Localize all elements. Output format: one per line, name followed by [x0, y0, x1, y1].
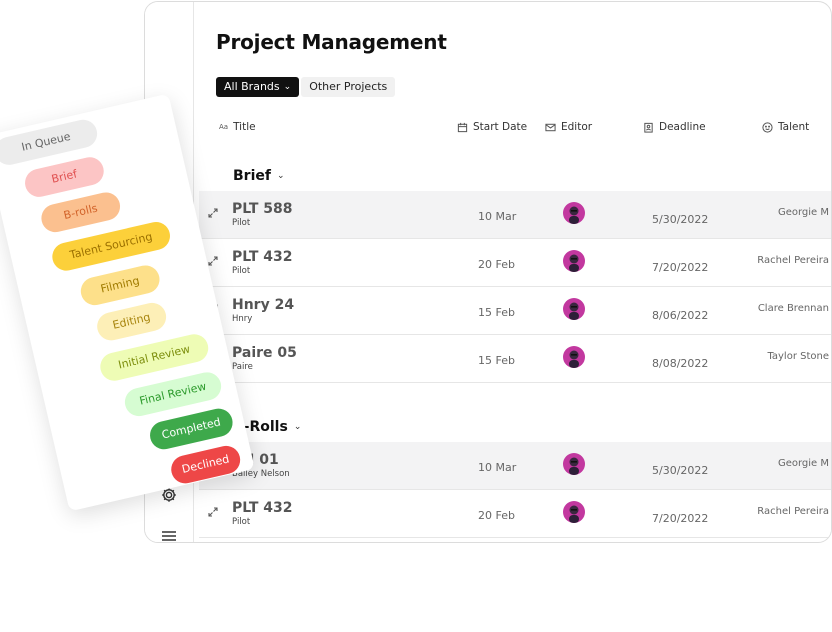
table-row[interactable]: Hnry 24 Hnry 15 Feb 8/06/2022 Clare Bren…: [199, 287, 831, 335]
row-title: Hnry 24: [232, 297, 295, 313]
row-deadline: 8/08/2022: [652, 357, 709, 370]
row-title: PLT 432: [232, 500, 293, 516]
expand-icon[interactable]: [208, 507, 218, 517]
row-start-date: 20 Feb: [478, 258, 515, 271]
filter-label: Other Projects: [309, 80, 388, 93]
row-start-date: 15 Feb: [478, 306, 515, 319]
text-type-icon: Aa: [219, 123, 229, 131]
group-name: Brief: [233, 168, 271, 184]
avatar[interactable]: [563, 453, 585, 475]
row-talent: Taylor Stone: [767, 351, 829, 362]
calendar-icon: [457, 122, 468, 132]
status-pill-editing[interactable]: Editing: [94, 300, 169, 344]
row-title: PLT 432: [232, 249, 293, 265]
row-talent: Georgie M: [777, 458, 829, 469]
row-brand: Pilot: [232, 517, 251, 527]
row-start-date: 20 Feb: [478, 509, 515, 522]
row-brand: Paire: [232, 362, 253, 372]
chevron-down-icon: ⌄: [293, 422, 302, 432]
table-row[interactable]: PLT 432 Pilot 20 Feb 7/20/2022 Rachel Pe…: [199, 490, 831, 538]
status-pill-filming[interactable]: Filming: [78, 262, 163, 308]
avatar[interactable]: [563, 298, 585, 320]
mail-icon: [545, 123, 556, 131]
row-deadline: 5/30/2022: [652, 213, 709, 226]
expand-icon[interactable]: [208, 256, 218, 266]
expand-icon[interactable]: [208, 208, 218, 218]
row-title: Paire 05: [232, 345, 297, 361]
column-label: Title: [233, 121, 256, 133]
row-start-date: 15 Feb: [478, 354, 515, 367]
table-row[interactable]: Paire 05 Paire 15 Feb 8/08/2022 Taylor S…: [199, 335, 831, 383]
column-label: Deadline: [659, 121, 706, 133]
avatar[interactable]: [563, 250, 585, 272]
row-talent: Rachel Pereira: [757, 506, 829, 517]
badge-icon: [644, 122, 653, 133]
row-talent: Rachel Pereira: [757, 255, 829, 266]
row-brand: Hnry: [232, 314, 253, 324]
row-start-date: 10 Mar: [478, 461, 517, 474]
row-brand: Pilot: [232, 266, 251, 276]
column-label: Start Date: [473, 121, 528, 133]
smile-icon: [762, 121, 773, 133]
avatar[interactable]: [563, 346, 585, 368]
row-talent: Georgie M: [777, 207, 829, 218]
chevron-down-icon: ⌄: [276, 171, 285, 181]
column-label: Editor: [561, 121, 593, 133]
filter-label: All Brands: [224, 80, 280, 93]
column-header-editor[interactable]: Editor: [545, 121, 592, 133]
table-row[interactable]: BN 01 Bailey Nelson 10 Mar 5/30/2022 Geo…: [199, 442, 831, 490]
column-header-start-date[interactable]: Start Date: [457, 121, 527, 133]
row-deadline: 8/06/2022: [652, 309, 709, 322]
column-label: Talent: [778, 121, 810, 133]
row-start-date: 10 Mar: [478, 210, 517, 223]
table-row[interactable]: PLT 432 Pilot 20 Feb 7/20/2022 Rachel Pe…: [199, 239, 831, 287]
status-pill-b-rolls[interactable]: B-rolls: [38, 189, 123, 235]
filter-other-projects[interactable]: Other Projects: [301, 77, 396, 97]
table-row[interactable]: PLT 588 Pilot 10 Mar 5/30/2022 Georgie M: [199, 191, 831, 239]
column-header-deadline[interactable]: Deadline: [643, 121, 706, 133]
menu-icon[interactable]: [159, 526, 179, 542]
avatar[interactable]: [563, 202, 585, 224]
chevron-down-icon: ⌄: [283, 82, 292, 92]
row-brand: Pilot: [232, 218, 251, 228]
main-content: Project Management All Brands ⌄ Other Pr…: [193, 2, 831, 542]
row-deadline: 5/30/2022: [652, 464, 709, 477]
status-pill-completed[interactable]: Completed: [147, 405, 236, 453]
column-header-talent[interactable]: Talent: [762, 121, 809, 133]
page-title: Project Management: [216, 30, 447, 54]
row-deadline: 7/20/2022: [652, 261, 709, 274]
column-header-title[interactable]: Aa Title: [219, 121, 256, 133]
avatar[interactable]: [563, 501, 585, 523]
status-pill-brief[interactable]: Brief: [22, 154, 107, 200]
row-talent: Clare Brennan: [757, 303, 829, 314]
group-header-brief[interactable]: Brief ⌄: [233, 168, 285, 184]
row-title: PLT 588: [232, 201, 293, 217]
row-deadline: 7/20/2022: [652, 512, 709, 525]
filter-tabs: All Brands ⌄ Other Projects: [216, 77, 396, 97]
filter-all-brands[interactable]: All Brands ⌄: [216, 77, 300, 97]
